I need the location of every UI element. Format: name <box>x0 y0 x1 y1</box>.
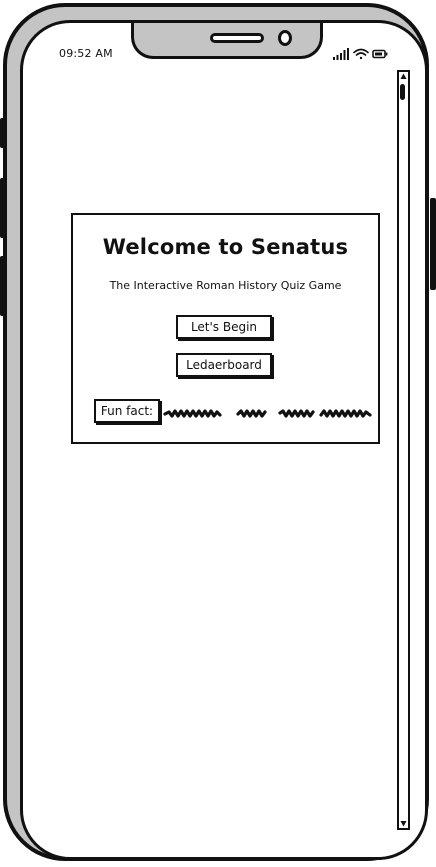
speaker-grille <box>210 33 264 43</box>
scroll-up-arrow-icon[interactable] <box>400 73 407 80</box>
vertical-scrollbar[interactable] <box>397 70 410 830</box>
battery-icon <box>372 49 388 59</box>
status-time: 09:52 AM <box>59 47 113 60</box>
status-icons <box>333 48 388 60</box>
scroll-thumb[interactable] <box>400 84 405 100</box>
power-button <box>430 198 436 290</box>
wifi-icon <box>353 48 369 60</box>
scroll-down-arrow-icon[interactable] <box>400 820 407 827</box>
fun-fact-label: Fun fact: <box>94 399 160 423</box>
phone-notch <box>131 23 323 59</box>
page-title: Welcome to Senatus <box>102 235 349 259</box>
phone-frame: 09:52 AM Welcome to Senatus The Interact… <box>3 3 429 861</box>
device-stage: 09:52 AM Welcome to Senatus The Interact… <box>0 0 436 867</box>
phone-screen: 09:52 AM Welcome to Senatus The Interact… <box>20 20 428 860</box>
welcome-card: Welcome to Senatus The Interactive Roman… <box>71 213 380 444</box>
page-subtitle: The Interactive Roman History Quiz Game <box>109 279 342 292</box>
lets-begin-button[interactable]: Let's Begin <box>176 315 272 339</box>
front-camera <box>278 30 292 46</box>
signal-icon <box>333 48 349 60</box>
leaderboard-button[interactable]: Ledaerboard <box>176 353 272 377</box>
fun-fact-placeholder-scribble <box>163 409 372 418</box>
